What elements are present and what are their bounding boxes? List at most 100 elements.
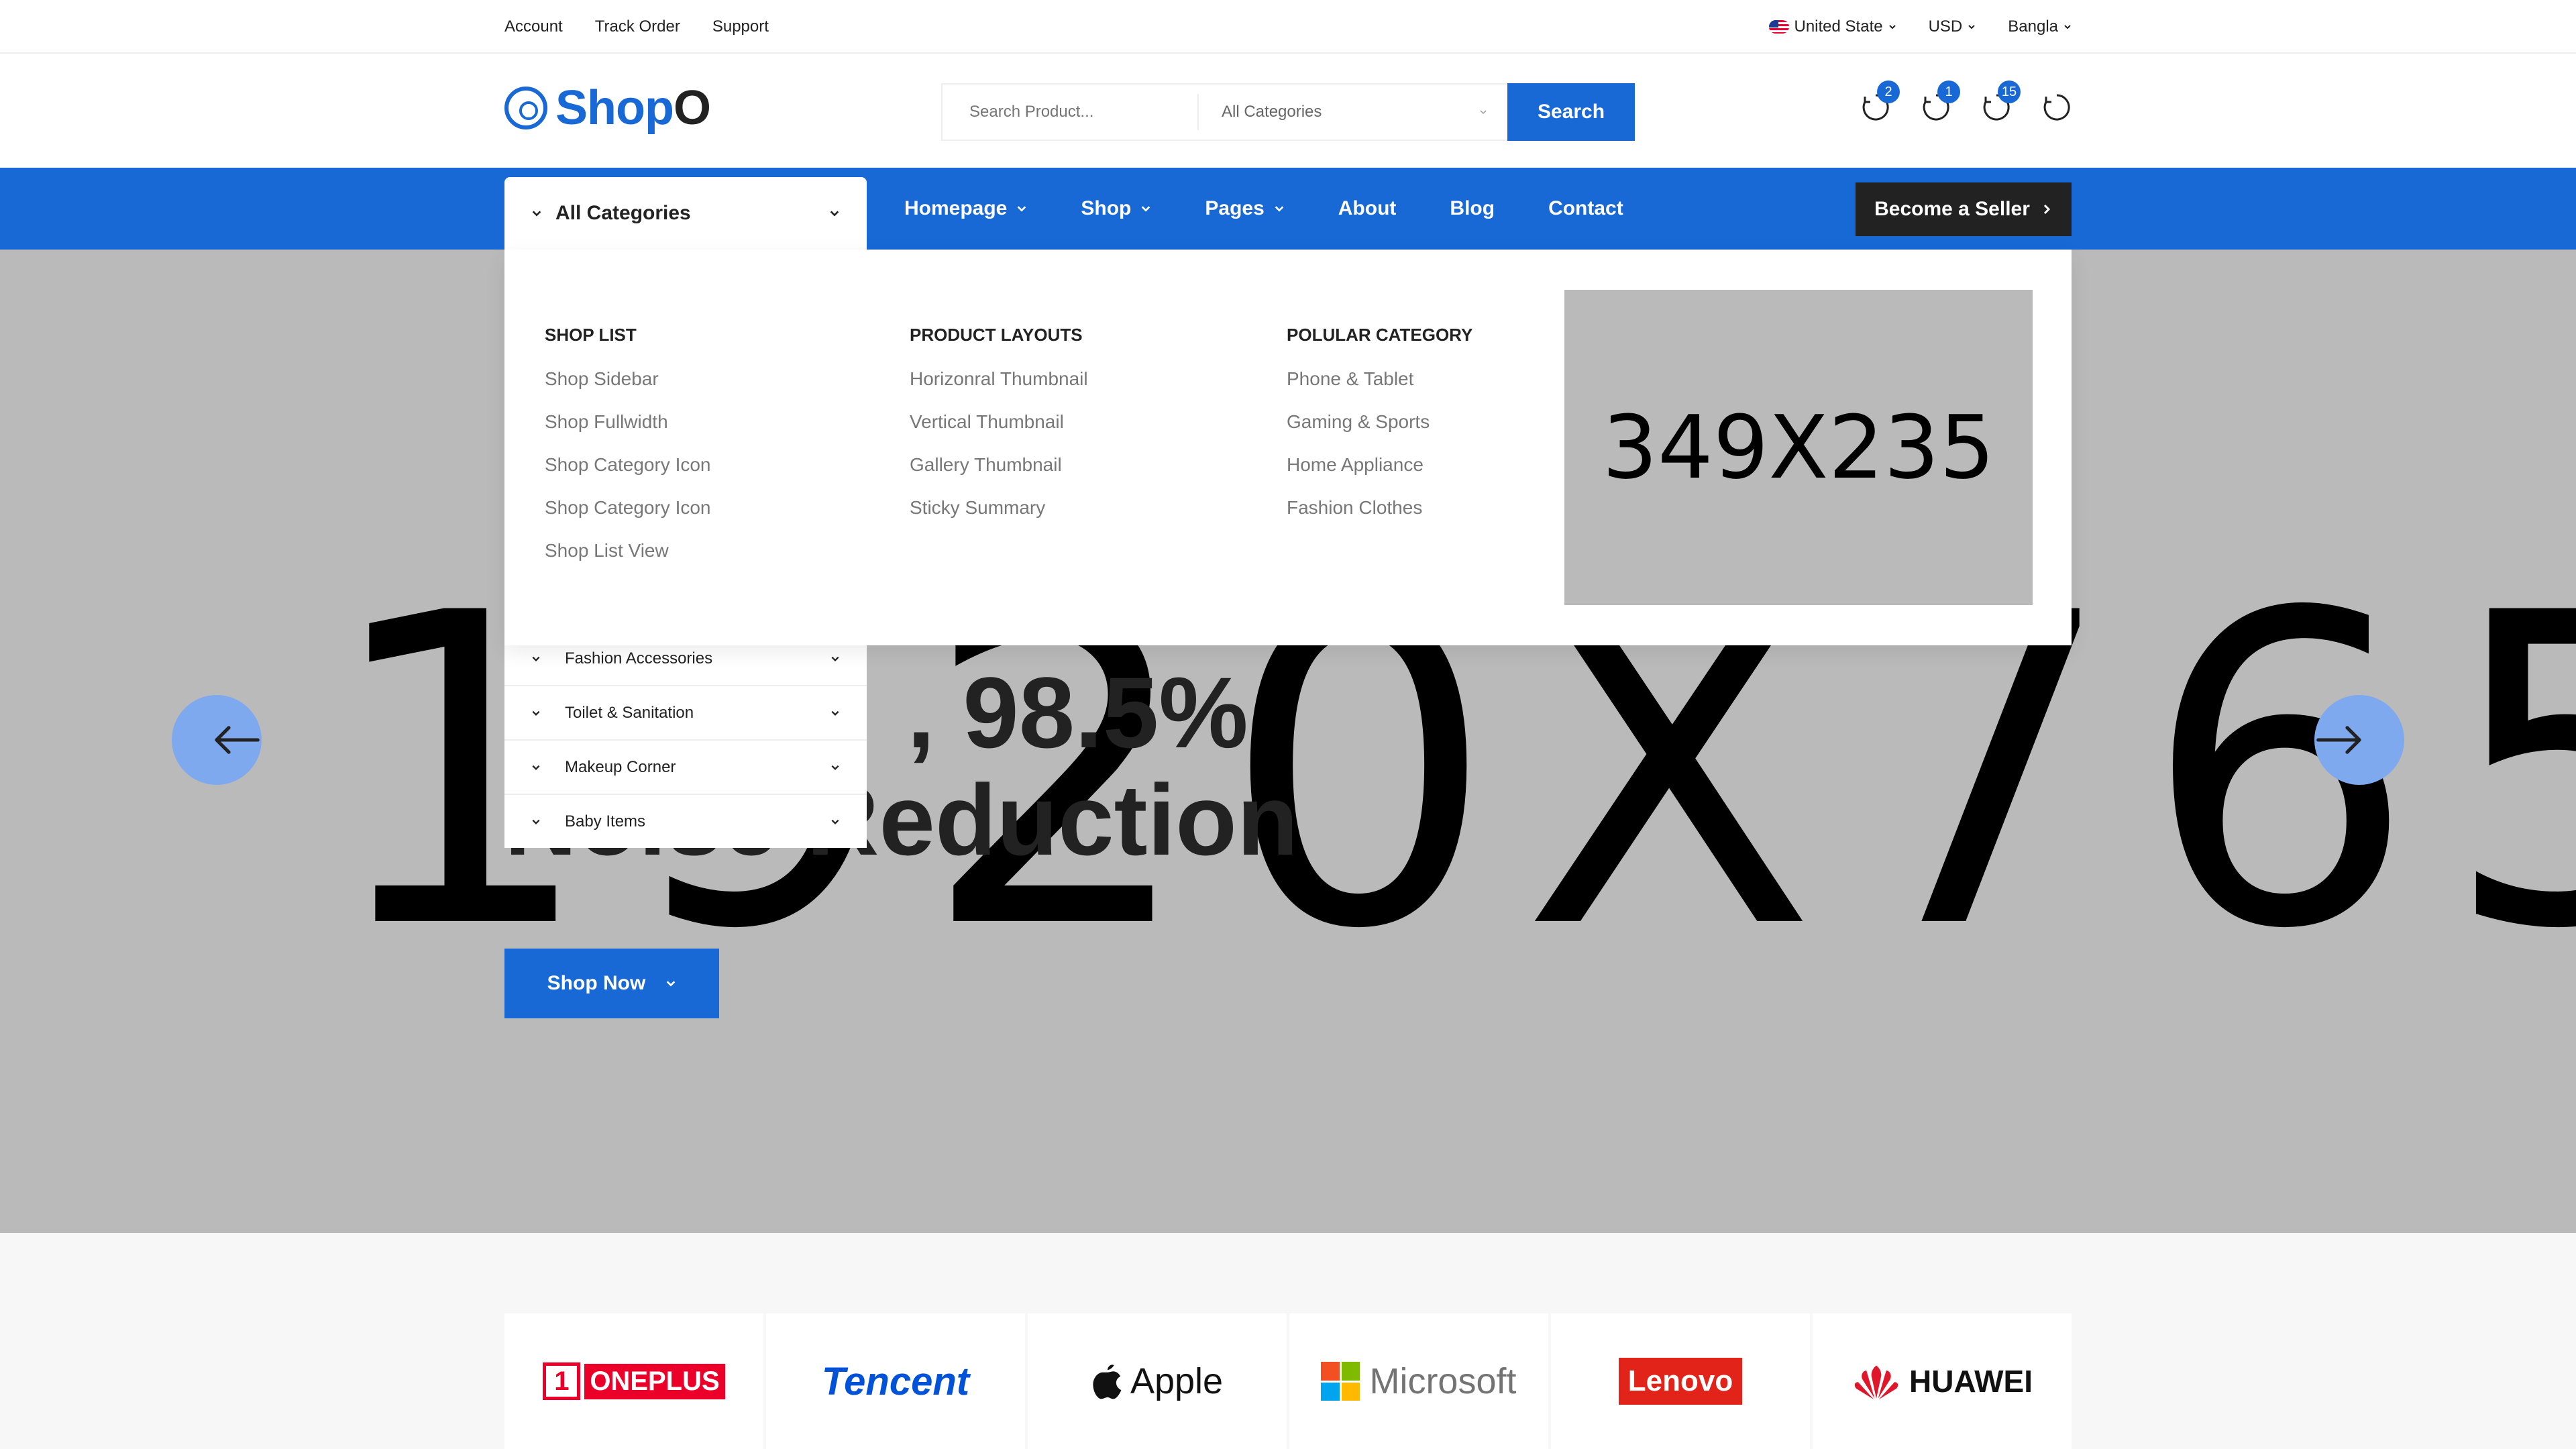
brand-tencent[interactable]: Tencent	[766, 1313, 1025, 1449]
mega-menu: SHOP LIST Shop Sidebar Shop Fullwidth Sh…	[504, 250, 2072, 645]
chevron-down-icon	[1275, 206, 1284, 212]
category-label: Makeup Corner	[565, 757, 676, 776]
category-item[interactable]: Toilet & Sanitation	[504, 685, 867, 739]
brand-label: Apple	[1130, 1361, 1224, 1401]
chevron-down-icon	[1968, 25, 1975, 30]
brand-huawei[interactable]: HUAWEI	[1813, 1313, 2072, 1449]
language-label: Bangla	[2008, 17, 2058, 36]
mega-link[interactable]: Home Appliance	[1287, 454, 1472, 497]
brand-label: Microsoft	[1369, 1361, 1517, 1401]
logo-text: Shop	[555, 81, 674, 135]
nav-homepage-label: Homepage	[904, 197, 1008, 219]
nav-blog-label: Blog	[1450, 197, 1495, 219]
wishlist-count-badge: 1	[1937, 80, 1960, 103]
mega-col-title: POLULAR CATEGORY	[1287, 325, 1473, 345]
category-label: Baby Items	[565, 812, 646, 830]
nav-pages[interactable]: Pages	[1205, 197, 1284, 220]
category-item[interactable]: Makeup Corner	[504, 739, 867, 794]
mega-link[interactable]: Shop Sidebar	[545, 368, 711, 411]
main-header: ShopO All Categories Search 2 1 15	[0, 54, 2576, 168]
chevron-down-icon	[667, 981, 676, 987]
wishlist-button[interactable]: 1	[1921, 80, 1960, 122]
all-categories-toggle[interactable]: All Categories	[504, 177, 867, 250]
mega-link[interactable]: Horizonral Thumbnail	[910, 368, 1088, 411]
shop-now-button[interactable]: Shop Now	[504, 949, 719, 1018]
mega-link[interactable]: Vertical Thumbnail	[910, 411, 1088, 454]
top-selectors: United State USD Bangla	[1768, 0, 2072, 54]
currency-label: USD	[1928, 17, 1963, 36]
mega-link[interactable]: Shop Category Icon	[545, 497, 711, 540]
us-flag-icon	[1768, 20, 1789, 34]
nav-about-label: About	[1338, 197, 1397, 219]
logo[interactable]: ShopO	[504, 80, 711, 136]
brand-label: Lenovo	[1618, 1358, 1743, 1405]
chevron-down-icon	[831, 819, 839, 824]
nav-blog[interactable]: Blog	[1450, 197, 1495, 220]
nav-pages-label: Pages	[1205, 197, 1265, 219]
chevron-down-icon	[532, 656, 540, 661]
language-select[interactable]: Bangla	[2008, 17, 2072, 36]
mega-link[interactable]: Shop List View	[545, 540, 711, 583]
slider-prev-button[interactable]	[172, 695, 262, 785]
mega-image-placeholder[interactable]: 349X235	[1564, 290, 2033, 605]
mega-link[interactable]: Gaming & Sports	[1287, 411, 1472, 454]
chevron-down-icon	[831, 656, 839, 661]
country-label: United State	[1794, 17, 1883, 36]
nav-contact[interactable]: Contact	[1548, 197, 1623, 220]
support-link[interactable]: Support	[712, 17, 769, 36]
account-button[interactable]	[2042, 93, 2072, 122]
become-seller-label: Become a Seller	[1874, 198, 2030, 220]
mega-col-title: SHOP LIST	[545, 325, 637, 345]
category-label: Fashion Accessories	[565, 649, 713, 667]
search-button[interactable]: Search	[1507, 83, 1635, 141]
currency-select[interactable]: USD	[1929, 17, 1976, 36]
nav-shop[interactable]: Shop	[1081, 197, 1151, 220]
brand-apple[interactable]: Apple	[1028, 1313, 1287, 1449]
chevron-down-icon	[1018, 206, 1026, 212]
become-seller-button[interactable]: Become a Seller	[1856, 182, 2072, 236]
brand-microsoft[interactable]: Microsoft	[1289, 1313, 1548, 1449]
mega-col-shop-list: SHOP LIST Shop Sidebar Shop Fullwidth Sh…	[545, 325, 711, 583]
chevron-right-icon	[2043, 204, 2051, 215]
mega-link[interactable]: Sticky Summary	[910, 497, 1088, 540]
brand-label: HUAWEI	[1909, 1364, 2033, 1399]
cart-button[interactable]: 15	[1982, 80, 2021, 122]
mega-col-popular-category: POLULAR CATEGORY Phone & Tablet Gaming &…	[1287, 325, 1472, 540]
search-category-select[interactable]: All Categories	[1199, 85, 1507, 140]
mega-link[interactable]: Gallery Thumbnail	[910, 454, 1088, 497]
refresh-icon	[2043, 94, 2070, 121]
brand-oneplus[interactable]: 1 ONEPLUS	[504, 1313, 763, 1449]
chevron-down-icon	[830, 211, 839, 217]
mega-link[interactable]: Shop Category Icon	[545, 454, 711, 497]
mega-link[interactable]: Shop Fullwidth	[545, 411, 711, 454]
chevron-down-icon	[1480, 110, 1487, 115]
chevron-down-icon	[831, 765, 839, 770]
mega-col-product-layouts: PRODUCT LAYOUTS Horizonral Thumbnail Ver…	[910, 325, 1088, 540]
mega-col-title: PRODUCT LAYOUTS	[910, 325, 1083, 345]
microsoft-logo-icon	[1321, 1362, 1360, 1401]
compare-button[interactable]: 2	[1861, 80, 1900, 122]
brand-lenovo[interactable]: Lenovo	[1551, 1313, 1810, 1449]
slider-next-button[interactable]	[2314, 695, 2404, 785]
mega-link[interactable]: Phone & Tablet	[1287, 368, 1472, 411]
logo-suffix: O	[673, 81, 711, 135]
all-categories-label: All Categories	[555, 202, 691, 224]
brands-section: 1 ONEPLUS Tencent Apple Microsoft Lenovo	[0, 1233, 2576, 1449]
account-link[interactable]: Account	[504, 17, 563, 36]
track-order-link[interactable]: Track Order	[595, 17, 680, 36]
nav-homepage[interactable]: Homepage	[904, 197, 1027, 220]
search-bar: All Categories Search	[941, 83, 1635, 141]
arrow-right-icon	[2316, 726, 2361, 754]
brand-label: ONEPLUS	[584, 1363, 725, 1399]
chevron-down-icon	[532, 819, 540, 824]
search-category-label: All Categories	[1222, 103, 1322, 121]
chevron-down-icon	[831, 710, 839, 716]
mega-link[interactable]: Fashion Clothes	[1287, 497, 1472, 540]
logo-mark-icon	[504, 87, 547, 129]
nav-contact-label: Contact	[1548, 197, 1623, 219]
category-item[interactable]: Baby Items	[504, 794, 867, 848]
country-select[interactable]: United State	[1768, 17, 1896, 36]
nav-about[interactable]: About	[1338, 197, 1397, 220]
chevron-down-icon	[532, 710, 540, 716]
search-input[interactable]	[943, 85, 1197, 140]
